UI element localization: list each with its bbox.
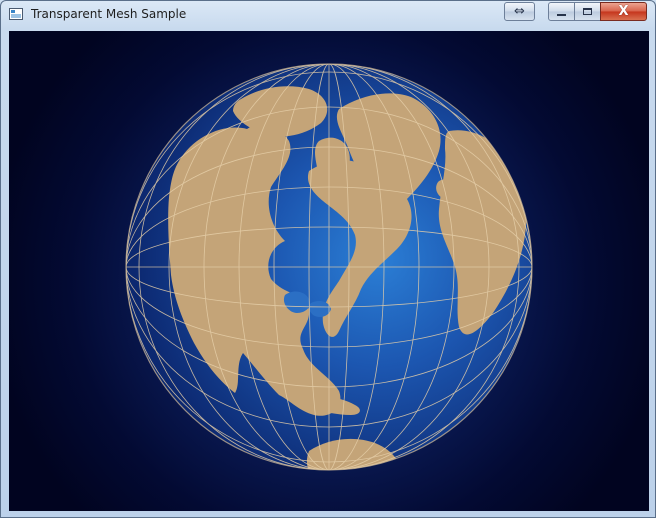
application-window: Transparent Mesh Sample ⇔ X <box>0 0 656 518</box>
minimize-button[interactable] <box>548 2 575 21</box>
viewport-3d[interactable] <box>9 31 649 511</box>
resize-arrows-icon: ⇔ <box>514 4 525 19</box>
maximize-button[interactable] <box>574 2 601 21</box>
close-icon: X <box>618 4 629 19</box>
window-title: Transparent Mesh Sample <box>31 7 187 21</box>
application-window-icon[interactable] <box>9 8 23 20</box>
minimize-icon <box>557 13 566 16</box>
resize-arrows-button[interactable]: ⇔ <box>504 2 535 21</box>
maximize-icon <box>583 8 592 15</box>
title-bar[interactable]: Transparent Mesh Sample ⇔ X <box>1 1 655 29</box>
close-button[interactable]: X <box>600 2 647 21</box>
globe-scene <box>125 63 533 471</box>
